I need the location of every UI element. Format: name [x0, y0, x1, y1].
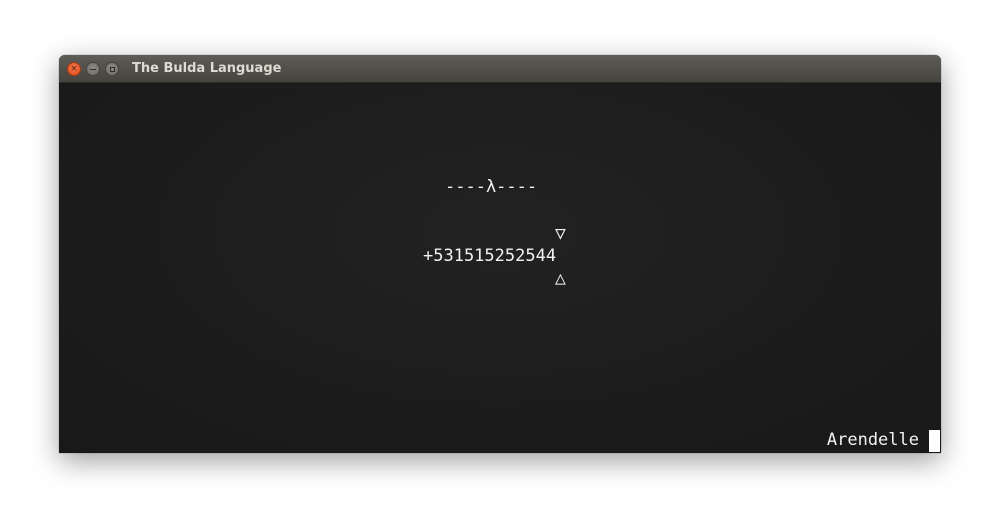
- maximize-button[interactable]: [105, 62, 119, 76]
- app-window: × The Bulda Language ----λ---- ▽ +531515…: [59, 55, 941, 453]
- minimize-button[interactable]: [86, 62, 100, 76]
- down-triangle-icon: ▽: [555, 223, 566, 244]
- maximize-icon: [109, 66, 115, 72]
- up-triangle-icon: △: [555, 268, 566, 289]
- title-bar[interactable]: × The Bulda Language: [59, 55, 941, 83]
- close-button[interactable]: ×: [67, 62, 81, 76]
- window-title: The Bulda Language: [132, 61, 282, 76]
- prompt-label: Arendelle: [826, 430, 919, 450]
- lambda-line: ----λ----: [445, 177, 538, 197]
- text-cursor[interactable]: [929, 430, 940, 452]
- terminal-area[interactable]: ----λ---- ▽ +531515252544 △ Arendelle: [59, 83, 941, 453]
- minimize-icon: [90, 68, 96, 70]
- number-readout: +531515252544: [423, 246, 557, 266]
- close-icon: ×: [70, 63, 78, 74]
